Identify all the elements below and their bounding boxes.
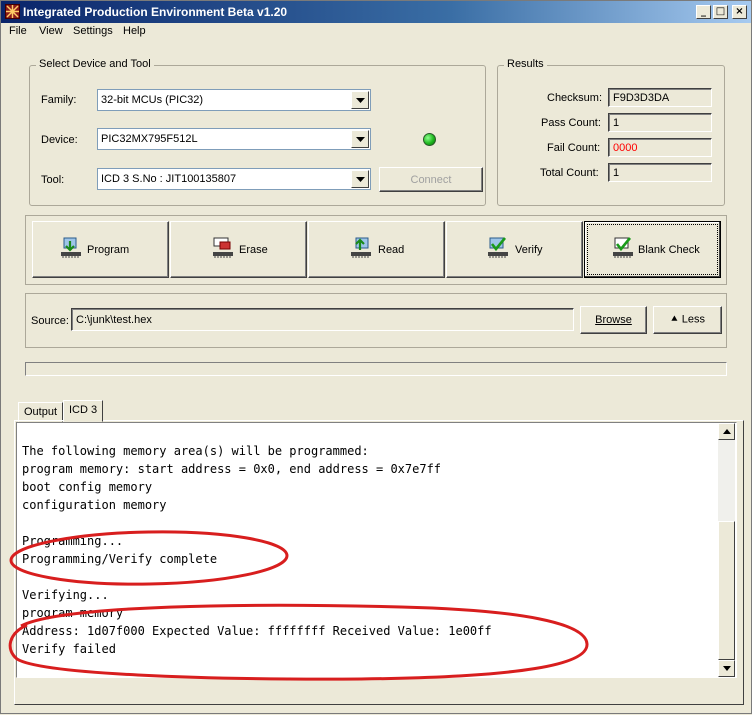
pass-count-field: 1 — [608, 113, 712, 132]
console-line: Programming/Verify complete — [22, 552, 218, 566]
results-legend: Results — [504, 58, 547, 70]
browse-button[interactable]: Browse — [580, 306, 647, 334]
menu-help[interactable]: Help — [123, 25, 146, 37]
fail-count-label: Fail Count: — [547, 142, 601, 154]
scrollbar-thumb[interactable] — [718, 521, 735, 660]
chevron-down-icon — [723, 666, 731, 671]
tool-select[interactable]: ICD 3 S.No : JIT100135807 — [97, 168, 371, 190]
connect-button[interactable]: Connect — [379, 167, 483, 192]
family-select[interactable]: 32-bit MCUs (PIC32) — [97, 89, 371, 111]
blank-check-button[interactable]: Blank Check — [584, 221, 721, 278]
tool-label: Tool: — [41, 174, 65, 186]
console-line: Verifying... — [22, 588, 109, 602]
checksum-field: F9D3D3DA — [608, 88, 712, 107]
title-bar[interactable]: Integrated Production Environment Beta v… — [1, 1, 751, 23]
menu-settings[interactable]: Settings — [73, 25, 113, 37]
window-title: Integrated Production Environment Beta v… — [23, 5, 288, 19]
results-group: Results — [497, 58, 725, 206]
tab-output-label: Output — [24, 406, 58, 418]
erase-icon — [213, 237, 233, 258]
read-label: Read — [378, 244, 405, 256]
main-window: Integrated Production Environment Beta v… — [0, 0, 752, 714]
chevron-down-icon[interactable] — [351, 91, 369, 109]
blank-check-label: Blank Check — [638, 244, 700, 256]
console-line: Programming... — [22, 534, 124, 548]
source-path-input[interactable] — [74, 311, 571, 328]
read-button[interactable]: Read — [308, 221, 445, 278]
family-value: 32-bit MCUs (PIC32) — [101, 94, 204, 106]
maximize-button[interactable]: □ — [713, 5, 728, 19]
chevron-down-icon[interactable] — [351, 170, 369, 188]
menu-view[interactable]: View — [39, 25, 63, 37]
total-count-value: 1 — [613, 167, 620, 179]
fail-count-value: 0000 — [613, 142, 638, 154]
pass-count-value: 1 — [613, 117, 620, 129]
console-line: Address: 1d07f000 Expected Value: ffffff… — [22, 624, 492, 638]
program-button[interactable]: Program — [32, 221, 169, 278]
console-line: boot config memory — [22, 480, 153, 494]
connection-status-led — [423, 133, 436, 146]
console-line: Verify failed — [22, 642, 116, 656]
read-icon — [351, 237, 371, 258]
erase-button[interactable]: Erase — [170, 221, 307, 278]
console-line: program memory — [22, 606, 124, 620]
total-count-label: Total Count: — [540, 167, 599, 179]
tool-value: ICD 3 S.No : JIT100135807 — [101, 173, 237, 185]
tab-icd3[interactable]: ICD 3 — [63, 400, 104, 422]
program-label: Program — [87, 244, 130, 256]
program-icon — [61, 237, 81, 258]
device-tool-legend: Select Device and Tool — [36, 58, 154, 70]
connect-label: Connect — [410, 173, 452, 186]
device-select[interactable]: PIC32MX795F512L — [97, 128, 371, 150]
total-count-field: 1 — [608, 163, 712, 182]
family-label: Family: — [41, 94, 77, 106]
fail-count-field: 0000 — [608, 138, 712, 157]
console-line: The following memory area(s) will be pro… — [22, 444, 369, 458]
checksum-value: F9D3D3DA — [613, 92, 670, 104]
scroll-down-button[interactable] — [718, 660, 735, 677]
chevron-down-icon[interactable] — [351, 130, 369, 148]
verify-label: Verify — [515, 244, 543, 256]
device-value: PIC32MX795F512L — [101, 133, 198, 145]
console-text: The following memory area(s) will be pro… — [22, 442, 492, 658]
console-line: configuration memory — [22, 498, 167, 512]
scroll-up-button[interactable] — [718, 423, 735, 440]
verify-button[interactable]: Verify — [446, 221, 583, 278]
source-label: Source: — [31, 315, 69, 327]
browse-label: Browse — [595, 314, 632, 326]
close-button[interactable]: × — [732, 5, 747, 19]
checksum-label: Checksum: — [547, 92, 603, 104]
console-line: program memory: start address = 0x0, end… — [22, 462, 442, 476]
erase-label: Erase — [239, 244, 268, 256]
less-button[interactable]: ⯅ Less — [653, 306, 722, 334]
pass-count-label: Pass Count: — [541, 117, 601, 129]
tab-output[interactable]: Output — [18, 402, 64, 422]
menu-bar: File View Settings Help — [1, 23, 751, 42]
less-label: ⯅ Less — [669, 313, 706, 326]
console-scrollbar[interactable] — [718, 423, 735, 677]
minimize-button[interactable]: _ — [696, 5, 711, 19]
output-console[interactable]: The following memory area(s) will be pro… — [16, 422, 737, 678]
device-label: Device: — [41, 134, 78, 146]
progress-bar — [25, 362, 727, 376]
tab-icd3-label: ICD 3 — [69, 404, 98, 416]
menu-file[interactable]: File — [9, 25, 27, 37]
source-path-field[interactable] — [71, 308, 574, 331]
blank-check-icon — [613, 237, 633, 258]
chevron-up-icon — [723, 429, 731, 434]
app-icon — [5, 4, 20, 19]
verify-checkmark-icon — [488, 237, 508, 258]
